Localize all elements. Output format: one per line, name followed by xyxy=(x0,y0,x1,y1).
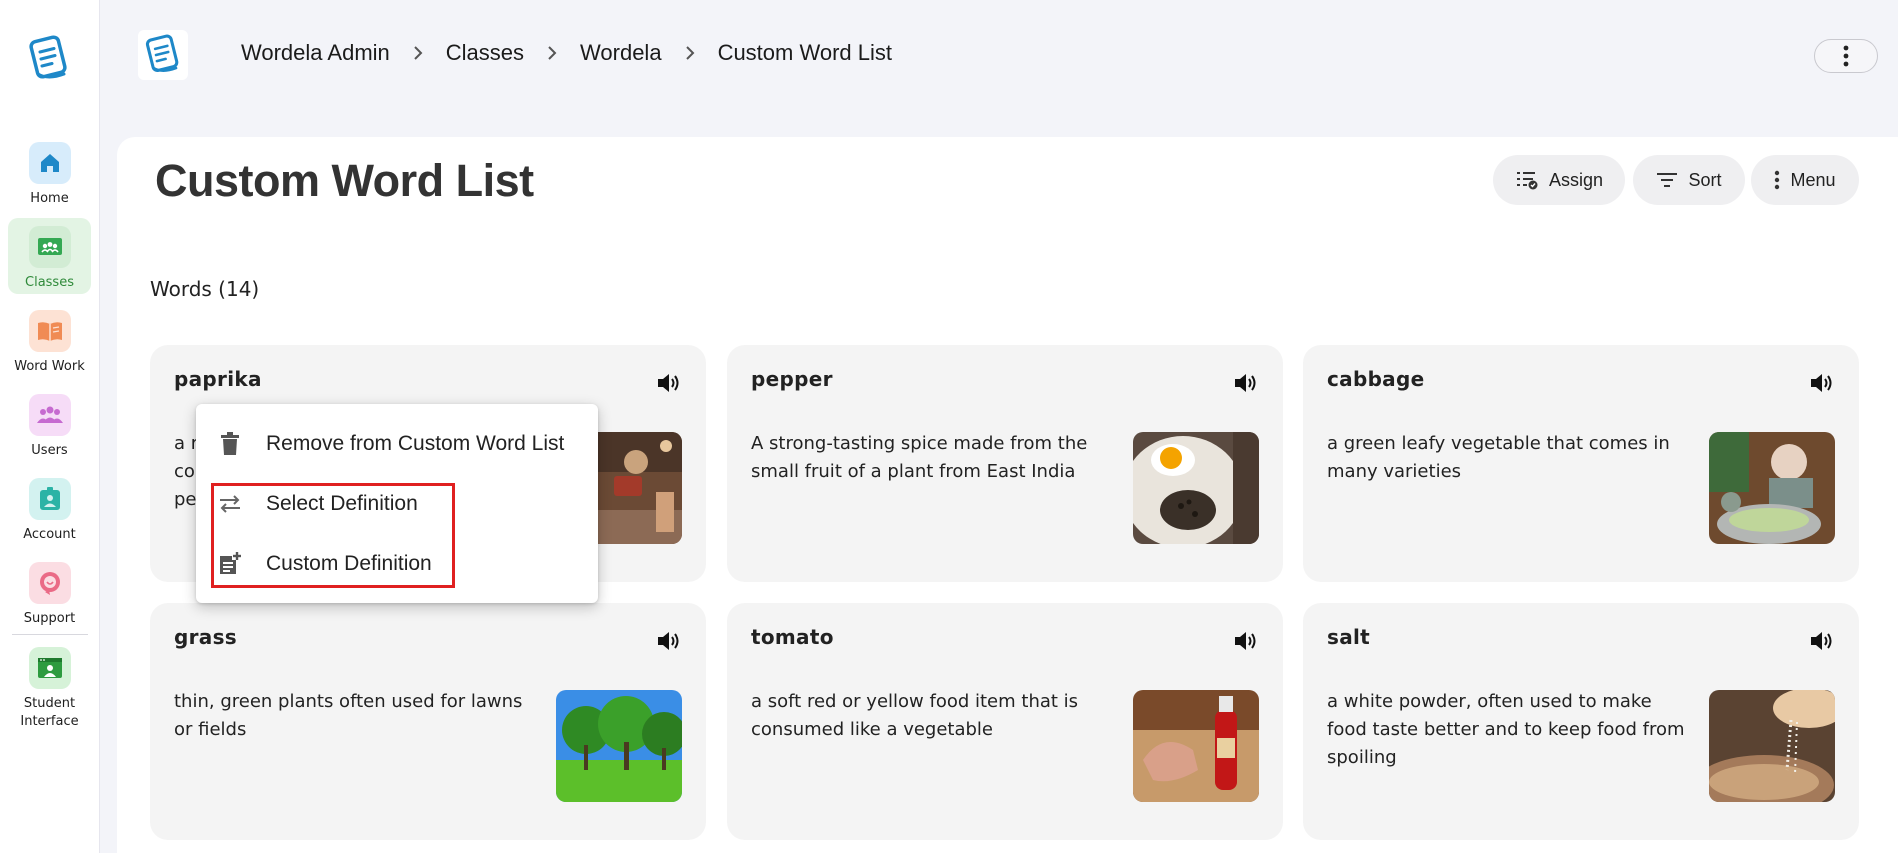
word-card[interactable]: salt a white powder, often used to make … xyxy=(1303,603,1859,840)
menu-button[interactable]: Menu xyxy=(1751,155,1859,205)
word-card[interactable]: cabbage a green leafy vegetable that com… xyxy=(1303,345,1859,582)
card-word: cabbage xyxy=(1327,367,1425,391)
word-card[interactable]: tomato a soft red or yellow food item th… xyxy=(727,603,1283,840)
speaker-icon[interactable] xyxy=(656,629,682,653)
wordela-logo-icon[interactable] xyxy=(26,34,72,84)
sidebar-item-support[interactable]: Support xyxy=(8,562,91,630)
sort-button[interactable]: Sort xyxy=(1633,155,1745,205)
tomato-image xyxy=(1133,690,1259,802)
sidebar-item-label: Account xyxy=(23,527,76,542)
speaker-icon[interactable] xyxy=(1809,371,1835,395)
sidebar-item-student-interface[interactable]: Student Interface xyxy=(8,647,91,731)
sidebar-item-classes[interactable]: Classes xyxy=(8,218,91,294)
sidebar-item-users[interactable]: Users xyxy=(8,394,91,462)
card-word: pepper xyxy=(751,367,833,391)
chevron-right-icon xyxy=(662,45,718,61)
salt-image xyxy=(1709,690,1835,802)
chevron-right-icon xyxy=(390,45,446,61)
breadcrumb: Wordela Admin Classes Wordela Custom Wor… xyxy=(241,40,892,66)
home-icon xyxy=(28,142,71,184)
app-logo-icon[interactable] xyxy=(138,30,188,80)
card-word: salt xyxy=(1327,625,1371,649)
header-more-button[interactable] xyxy=(1814,39,1878,73)
sidebar: Home Classes Word Work Users Account Sup… xyxy=(0,0,100,853)
sidebar-item-label: Support xyxy=(23,611,76,626)
assign-list-icon xyxy=(1516,172,1538,190)
sidebar-item-word-work[interactable]: Word Work xyxy=(8,310,91,378)
classes-icon xyxy=(28,226,71,268)
speaker-icon[interactable] xyxy=(1809,629,1835,653)
word-card[interactable]: grass thin, green plants often used for … xyxy=(150,603,706,840)
card-word: tomato xyxy=(751,625,834,649)
grass-image xyxy=(556,690,682,802)
chevron-right-icon xyxy=(524,45,580,61)
cabbage-image xyxy=(1709,432,1835,544)
more-vertical-icon xyxy=(1775,170,1780,190)
speaker-icon[interactable] xyxy=(656,371,682,395)
assign-button-label: Assign xyxy=(1548,169,1604,190)
breadcrumb-current: Custom Word List xyxy=(717,40,892,65)
sidebar-item-label: Word Work xyxy=(14,359,85,374)
sidebar-item-label: Users xyxy=(31,443,68,458)
menu-button-label: Menu xyxy=(1790,169,1836,190)
card-definition: a white powder, often used to make food … xyxy=(1327,691,1685,768)
card-word: grass xyxy=(174,625,237,649)
sidebar-item-label: Home xyxy=(30,191,69,206)
sidebar-item-home[interactable]: Home xyxy=(8,142,91,210)
breadcrumb-wordela-admin[interactable]: Wordela Admin xyxy=(241,40,390,66)
sort-icon xyxy=(1657,173,1678,187)
account-icon xyxy=(28,478,71,520)
pepper-image xyxy=(1133,432,1259,544)
card-definition: a soft red or yellow food item that is c… xyxy=(751,691,1079,740)
support-icon xyxy=(28,562,71,604)
card-definition: A strong-tasting spice made from the sma… xyxy=(751,433,1088,482)
menu-item-remove[interactable]: Remove from Custom Word List xyxy=(196,416,598,472)
assign-button[interactable]: Assign xyxy=(1493,155,1625,205)
words-heading: Words (14) xyxy=(150,277,260,301)
trash-icon xyxy=(216,430,244,458)
page-title: Custom Word List xyxy=(155,155,534,206)
highlight-box xyxy=(211,483,455,588)
book-icon xyxy=(28,310,71,352)
sidebar-divider xyxy=(12,634,88,635)
top-header: Wordela Admin Classes Wordela Custom Wor… xyxy=(100,0,1898,112)
breadcrumb-wordela[interactable]: Wordela xyxy=(580,40,662,66)
sidebar-item-label: Student Interface xyxy=(20,696,79,729)
more-vertical-icon xyxy=(1843,45,1849,67)
speaker-icon[interactable] xyxy=(1233,629,1259,653)
menu-item-label: Remove from Custom Word List xyxy=(266,432,565,455)
word-card[interactable]: pepper A strong-tasting spice made from … xyxy=(727,345,1283,582)
card-definition: thin, green plants often used for lawns … xyxy=(174,691,523,740)
speaker-icon[interactable] xyxy=(1233,371,1259,395)
student-interface-icon xyxy=(28,647,71,689)
breadcrumb-classes[interactable]: Classes xyxy=(446,40,524,66)
users-icon xyxy=(28,394,71,436)
card-definition: a green leafy vegetable that comes in ma… xyxy=(1327,433,1670,482)
sidebar-item-account[interactable]: Account xyxy=(8,478,91,546)
sidebar-item-label: Classes xyxy=(25,275,74,290)
sort-button-label: Sort xyxy=(1688,169,1722,190)
card-word: paprika xyxy=(174,367,262,391)
